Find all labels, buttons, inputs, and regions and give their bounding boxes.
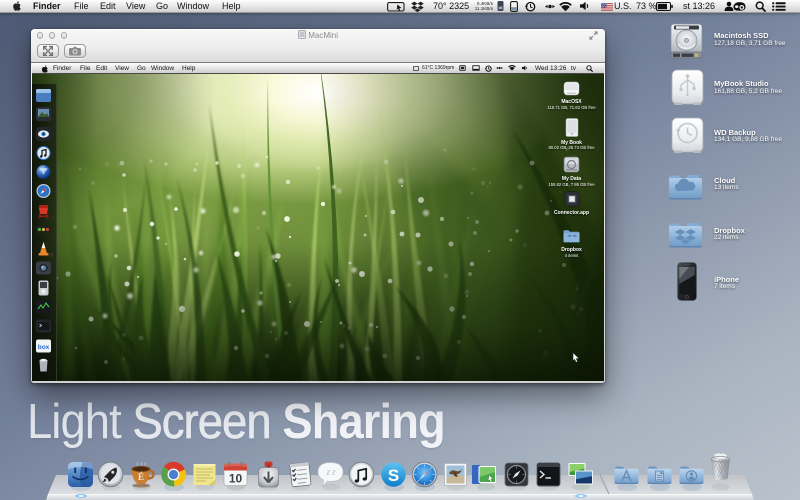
- svg-text:10: 10: [228, 471, 242, 485]
- svg-text:É: É: [137, 472, 143, 482]
- svg-text:S: S: [387, 466, 398, 485]
- svg-text:box: box: [38, 344, 50, 351]
- svg-text:z z: z z: [325, 469, 335, 476]
